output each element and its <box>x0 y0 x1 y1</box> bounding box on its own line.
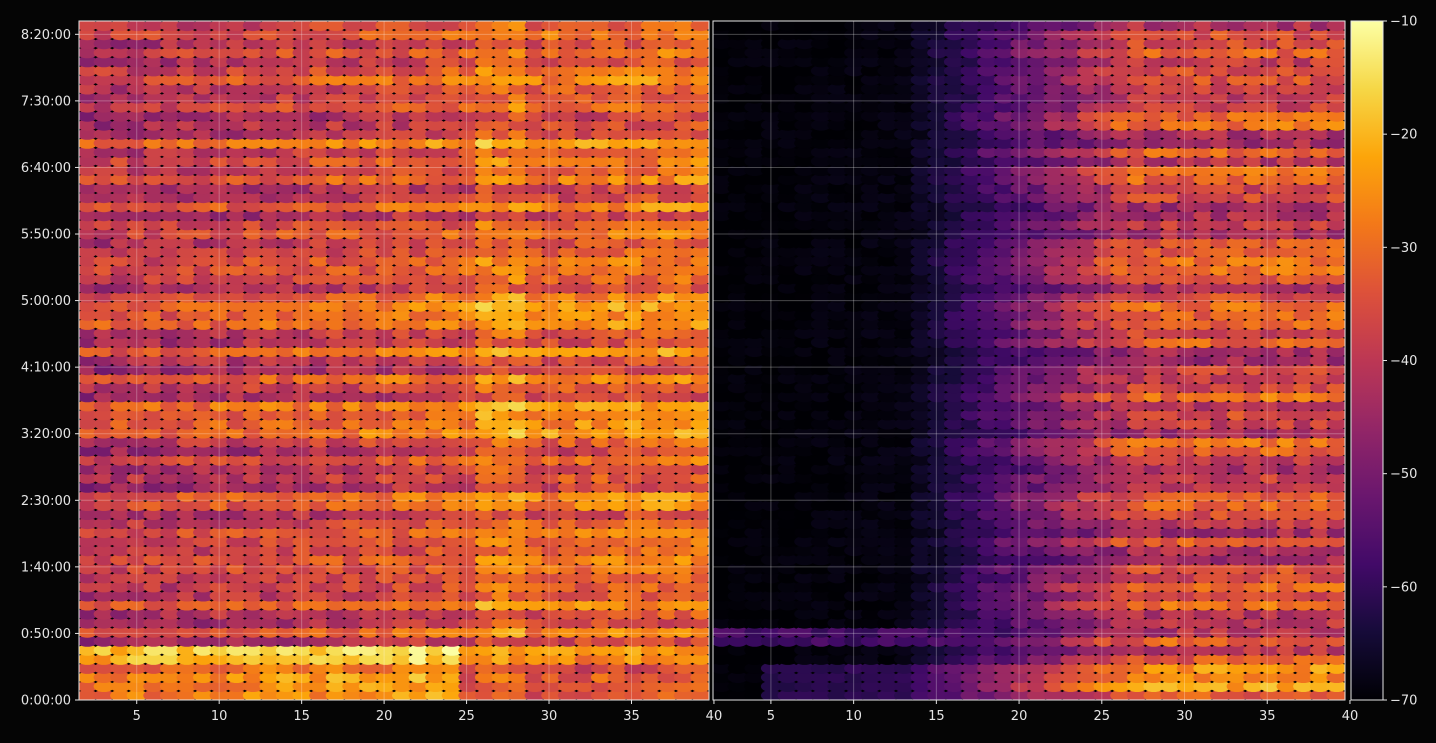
heatmap-cell <box>690 20 711 31</box>
x-tick-label: 20 <box>376 709 393 724</box>
x-tick-label: 25 <box>458 709 475 724</box>
x-tick-label: 5 <box>133 709 141 724</box>
x-tick-label: 35 <box>623 709 640 724</box>
x-tick-label: 10 <box>211 709 228 724</box>
x-tick-label: 40 <box>706 709 723 724</box>
x-tick-label: 30 <box>541 709 558 724</box>
heatmap-panel-2 <box>711 20 1347 701</box>
heatmap-panel-1 <box>77 20 711 701</box>
x-tick-label: 15 <box>293 709 310 724</box>
heatmap-figure: 5101520253035405101520253035400:00:000:5… <box>0 0 1436 739</box>
figure-svg: 5101520253035405101520253035400:00:000:5… <box>0 0 1436 739</box>
